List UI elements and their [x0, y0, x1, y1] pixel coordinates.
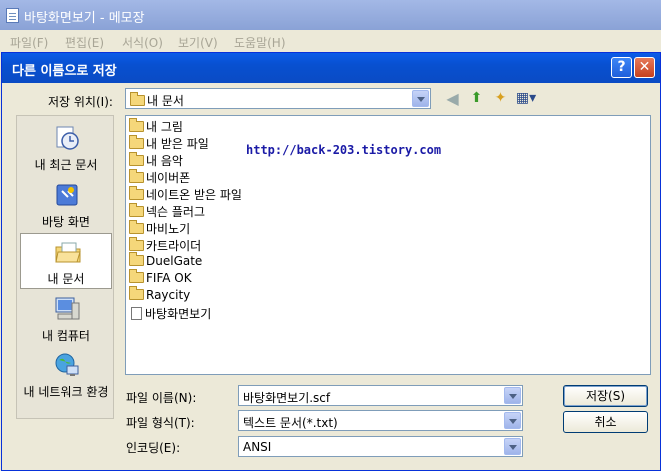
folder-icon — [129, 220, 144, 234]
place-desktop[interactable]: 바탕 화면 — [20, 177, 112, 233]
folder-icon — [129, 203, 144, 217]
chevron-down-icon[interactable] — [412, 90, 429, 107]
notepad-menu-bar: 파일(F) 편집(E) 서식(O) 보기(V) 도움말(H) — [0, 30, 661, 52]
save-button[interactable]: 저장(S) — [563, 385, 648, 407]
place-my-documents[interactable]: 내 문서 — [20, 233, 112, 289]
place-my-documents-label: 내 문서 — [47, 272, 85, 286]
dialog-title-bar: 다른 이름으로 저장 ? ✕ — [2, 53, 660, 83]
watermark-url: http://back-203.tistory.com — [246, 143, 442, 157]
location-label: 저장 위치(I): — [48, 95, 113, 109]
folder-icon — [129, 252, 144, 266]
list-item-label: DuelGate — [146, 254, 203, 268]
place-recent-label: 내 최근 문서 — [34, 158, 98, 172]
menu-help[interactable]: 도움말(H) — [234, 34, 286, 51]
save-as-dialog: 다른 이름으로 저장 ? ✕ 저장 위치(I): 내 문서 ◀ ⬆ ✦ ▦▾ 내… — [1, 52, 661, 471]
list-item[interactable]: Raycity — [129, 286, 191, 304]
encoding-value: ANSI — [243, 440, 272, 454]
encoding-select[interactable]: ANSI — [238, 436, 523, 457]
place-desktop-label: 바탕 화면 — [42, 215, 90, 229]
list-item-label: 내 받은 파일 — [146, 137, 209, 151]
folder-icon — [129, 135, 144, 149]
list-item[interactable]: DuelGate — [129, 252, 203, 270]
encoding-label: 인코딩(E): — [126, 441, 181, 455]
menu-view[interactable]: 보기(V) — [178, 34, 218, 51]
dialog-title: 다른 이름으로 저장 — [12, 64, 117, 79]
folder-icon — [129, 186, 144, 200]
filename-value: 바탕화면보기.scf — [243, 391, 331, 405]
place-network-label: 내 네트워크 환경 — [23, 385, 109, 399]
filename-input[interactable]: 바탕화면보기.scf — [238, 385, 523, 406]
list-item[interactable]: 카트라이더 — [129, 237, 201, 253]
desktop-icon — [56, 184, 78, 206]
list-item[interactable]: 바탕화면보기 — [129, 305, 211, 321]
list-item-label: Raycity — [146, 288, 191, 302]
list-item[interactable]: 내 받은 파일 — [129, 135, 209, 151]
chevron-down-icon[interactable] — [504, 438, 521, 455]
new-folder-icon[interactable]: ✦ — [492, 90, 509, 107]
filename-label: 파일 이름(N): — [126, 391, 197, 405]
notepad-title: 바탕화면보기 - 메모장 — [24, 11, 145, 26]
place-my-computer[interactable]: 내 컴퓨터 — [20, 291, 112, 347]
folder-icon — [130, 92, 145, 106]
close-button[interactable]: ✕ — [634, 57, 655, 78]
menu-format[interactable]: 서식(O) — [122, 34, 163, 51]
list-item[interactable]: 마비노기 — [129, 220, 190, 236]
network-places-icon — [55, 353, 79, 376]
back-icon[interactable]: ◀ — [444, 90, 461, 107]
list-item[interactable]: 내 음악 — [129, 152, 183, 168]
filetype-label: 파일 형식(T): — [126, 416, 195, 430]
list-item-label: 내 그림 — [146, 120, 183, 134]
cancel-button[interactable]: 취소 — [563, 411, 648, 433]
list-item[interactable]: 넥슨 플러그 — [129, 203, 205, 219]
place-recent[interactable]: 내 최근 문서 — [20, 120, 112, 176]
list-item-label: 넥슨 플러그 — [146, 205, 206, 219]
list-item[interactable]: 네이트온 받은 파일 — [129, 186, 242, 202]
up-folder-icon[interactable]: ⬆ — [468, 90, 485, 107]
menu-file[interactable]: 파일(F) — [10, 34, 48, 51]
folder-icon — [129, 237, 144, 251]
menu-edit[interactable]: 편집(E) — [65, 34, 104, 51]
list-item[interactable]: 네이버폰 — [129, 169, 190, 185]
location-value: 내 문서 — [147, 94, 184, 108]
chevron-down-icon[interactable] — [504, 387, 521, 404]
notepad-icon — [6, 8, 19, 23]
list-item-label: 네이버폰 — [146, 171, 191, 185]
folder-icon — [129, 169, 144, 183]
list-item-label: 내 음악 — [146, 154, 183, 168]
list-item-label: 카트라이더 — [146, 239, 202, 253]
list-item-label: FIFA OK — [146, 271, 192, 285]
location-combo[interactable]: 내 문서 — [125, 88, 431, 109]
list-item[interactable]: 내 그림 — [129, 118, 183, 134]
text-file-icon — [131, 307, 142, 320]
filetype-value: 텍스트 문서(*.txt) — [243, 416, 338, 430]
folder-icon — [129, 152, 144, 166]
my-documents-icon — [55, 242, 81, 263]
view-menu-icon[interactable]: ▦▾ — [514, 90, 538, 107]
location-value-wrap: 내 문서 — [130, 92, 184, 109]
filetype-select[interactable]: 텍스트 문서(*.txt) — [238, 410, 523, 431]
folder-icon — [129, 118, 144, 132]
recent-documents-icon — [56, 126, 79, 150]
notepad-title-bar: 바탕화면보기 - 메모장 — [0, 0, 661, 30]
list-item-label: 네이트온 받은 파일 — [146, 188, 242, 202]
list-item-label: 마비노기 — [146, 222, 191, 236]
help-button[interactable]: ? — [611, 57, 632, 78]
my-computer-icon — [55, 297, 80, 320]
folder-icon — [129, 286, 144, 300]
chevron-down-icon[interactable] — [504, 412, 521, 429]
place-my-computer-label: 내 컴퓨터 — [42, 329, 90, 343]
list-item[interactable]: FIFA OK — [129, 269, 192, 287]
place-network[interactable]: 내 네트워크 환경 — [20, 347, 112, 403]
folder-icon — [129, 269, 144, 283]
list-item-label: 바탕화면보기 — [145, 307, 212, 321]
file-list[interactable]: 내 그림 내 받은 파일 내 음악 네이버폰 네이트온 받은 파일 넥슨 플러그… — [125, 115, 651, 375]
places-bar: 내 최근 문서 바탕 화면 내 문서 내 컴퓨터 내 네트워크 환경 — [16, 115, 114, 419]
